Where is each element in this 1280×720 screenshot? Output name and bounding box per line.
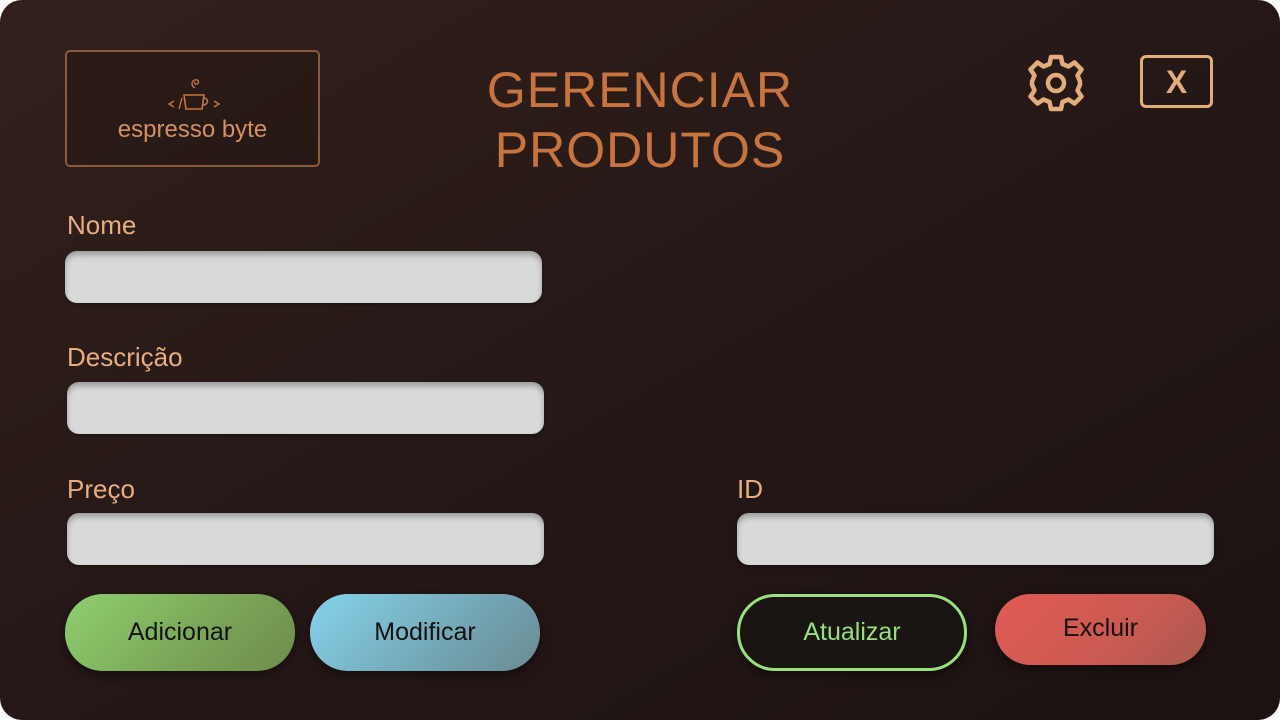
adicionar-button[interactable]: Adicionar: [65, 594, 295, 671]
preco-field[interactable]: [67, 513, 544, 565]
nome-field[interactable]: [65, 251, 542, 303]
atualizar-button[interactable]: Atualizar: [737, 594, 967, 671]
coffee-code-cup-icon: [167, 79, 221, 110]
logo-text: espresso byte: [117, 116, 268, 143]
close-button[interactable]: X: [1140, 55, 1213, 108]
preco-label: Preço: [67, 474, 135, 504]
gear-icon[interactable]: [1026, 53, 1086, 113]
logo: espresso byte: [65, 50, 320, 167]
nome-label: Nome: [67, 210, 137, 240]
descricao-field[interactable]: [67, 382, 544, 434]
excluir-button[interactable]: Excluir: [995, 594, 1206, 665]
modificar-button[interactable]: Modificar: [310, 594, 540, 671]
page-title: GERENCIAR PRODUTOS: [486, 62, 794, 178]
id-field[interactable]: [737, 513, 1214, 565]
descricao-label: Descrição: [67, 342, 183, 372]
id-label: ID: [737, 474, 763, 504]
app-window: espresso byte GERENCIAR PRODUTOS X Nome D…: [0, 0, 1280, 720]
